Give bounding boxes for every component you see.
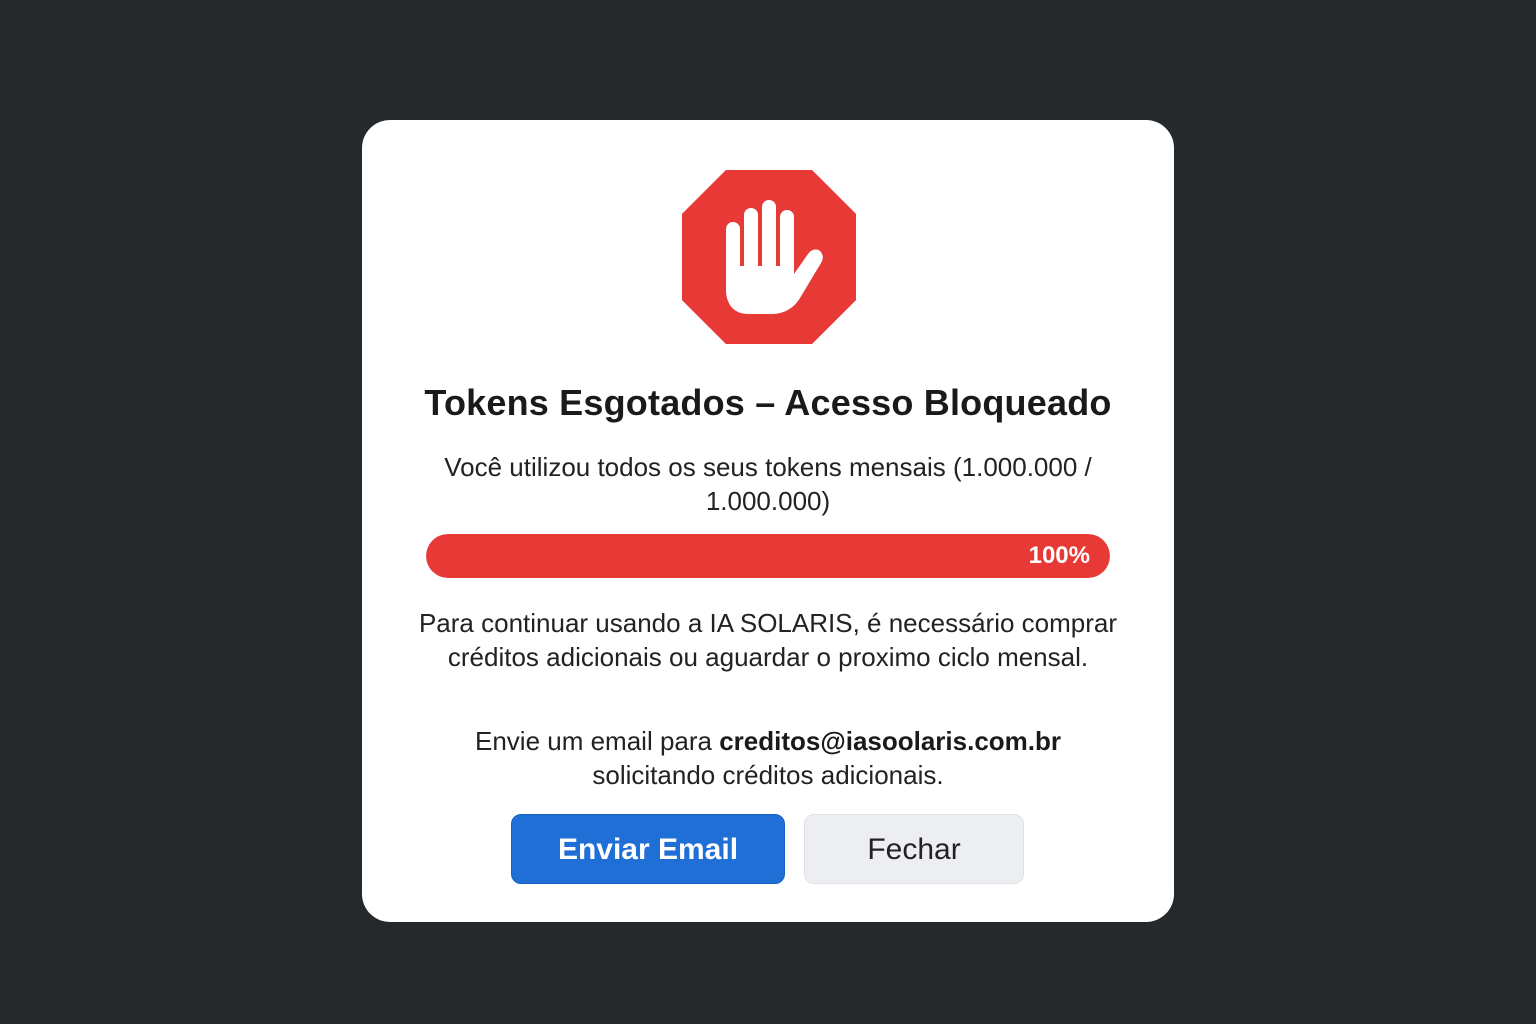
dialog-title: Tokens Esgotados – Acesso Bloqueado bbox=[424, 382, 1112, 423]
token-usage-text: Você utilizou todos os seus tokens mensa… bbox=[444, 452, 1092, 516]
progress-fill bbox=[426, 534, 1110, 578]
email-prefix: Envie um email para bbox=[474, 726, 720, 756]
tokens-exhausted-dialog: Tokens Esgotados – Acesso Bloqueado Você… bbox=[362, 120, 1174, 922]
modal-overlay: Tokens Esgotados – Acesso Bloqueado Você… bbox=[0, 0, 1536, 1024]
purchase-info-text: Para continuar usando a IA SOLARIS, é ne… bbox=[418, 608, 1118, 672]
token-usage-progress-bar: 100% bbox=[426, 534, 1110, 578]
email-instruction: Envie um email para creditos@iasoolaris.… bbox=[418, 724, 1118, 792]
progress-percent-label: 100% bbox=[1028, 542, 1090, 569]
email-address: creditos@iasoolaris.com.br bbox=[719, 726, 1062, 756]
email-suffix: solicitando créditos adicionais. bbox=[592, 760, 944, 790]
send-email-button[interactable]: Enviar Email bbox=[511, 814, 785, 884]
stop-hand-icon bbox=[682, 170, 856, 344]
close-button[interactable]: Fechar bbox=[804, 814, 1024, 884]
